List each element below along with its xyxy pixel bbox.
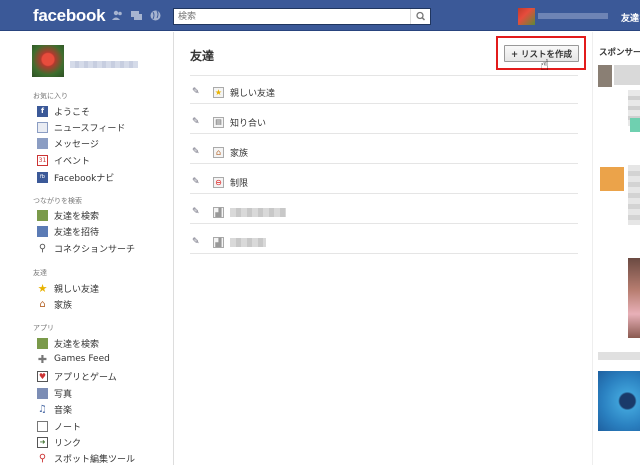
sidebar-item-apps-games[interactable]: ♥ アプリとゲーム [37, 369, 117, 383]
sidebar-item-messages[interactable]: メッセージ [37, 136, 99, 150]
sidebar-item-games-feed[interactable]: ✚ Games Feed [37, 352, 110, 366]
edit-pencil-icon[interactable]: ✎ [192, 147, 203, 157]
section-title-friends: 友達 [33, 269, 47, 277]
notifications-globe-icon[interactable] [150, 10, 161, 21]
page-title: 友達 [190, 49, 215, 63]
sidebar-item-spot-editor[interactable]: ⚲ スポット編集ツール [37, 451, 135, 465]
profile-name-blurred[interactable] [70, 61, 138, 68]
divider [190, 75, 578, 76]
sidebar-item-welcome[interactable]: f ようこそ [37, 104, 90, 118]
sidebar-item-connection-search[interactable]: ⚲ コネクションサーチ [37, 241, 135, 255]
friend-list-row-blurred-1[interactable]: ✎ ▟ [190, 203, 578, 221]
sidebar-item-family[interactable]: ⌂ 家族 [37, 297, 72, 311]
magnifier-icon: ⚲ [38, 242, 47, 254]
news-feed-icon [37, 121, 48, 133]
divider [190, 103, 578, 104]
sidebar-item-close-friends[interactable]: ★ 親しい友達 [37, 281, 99, 295]
list-name-blurred[interactable] [230, 237, 266, 247]
friend-list-row-close-friends[interactable]: ✎ ★ 親しい友達 [190, 83, 578, 101]
sidebar-item-fb-navi[interactable]: fb Facebookナビ [37, 170, 114, 184]
divider [190, 193, 578, 194]
edit-pencil-icon[interactable]: ✎ [192, 117, 203, 127]
list-icon: ▟ [213, 236, 224, 248]
edit-pencil-icon[interactable]: ✎ [192, 237, 203, 247]
sidebar-item-news-feed[interactable]: ニュースフィード [37, 120, 125, 134]
find-friends-icon [37, 209, 48, 221]
ad-image-blurred[interactable] [600, 167, 624, 191]
divider [190, 223, 578, 224]
search-button[interactable] [410, 9, 430, 24]
sidebar-item-invite-friends[interactable]: 友達を招待 [37, 224, 99, 238]
section-title-favorites: お気に入り [33, 92, 68, 100]
sidebar-item-links[interactable]: ➜ リンク [37, 435, 81, 449]
edit-pencil-icon[interactable]: ✎ [192, 87, 203, 97]
section-title-apps: アプリ [33, 324, 54, 332]
house-icon: ⌂ [39, 298, 46, 310]
pin-icon: ⚲ [38, 452, 47, 464]
search-icon [416, 11, 426, 21]
search-box [173, 8, 431, 25]
star-icon: ★ [37, 281, 48, 295]
user-name-blurred[interactable] [538, 13, 608, 19]
apps-icon: ♥ [37, 370, 48, 382]
calendar-icon: 31 [37, 154, 48, 166]
music-icon: ♫ [38, 403, 47, 415]
acquaintance-icon: ▤ [213, 116, 224, 128]
sidebar-item-find-friends[interactable]: 友達を検索 [37, 208, 99, 222]
star-icon: ★ [213, 86, 224, 98]
ad-text-blurred[interactable] [598, 352, 640, 360]
divider [190, 253, 578, 254]
sidebar-item-events[interactable]: 31 イベント [37, 153, 90, 167]
sponsored-title: スポンサー [599, 48, 640, 58]
photo-icon [37, 387, 48, 399]
ad-image-blurred[interactable] [598, 371, 640, 431]
games-icon: ✚ [37, 352, 48, 366]
friend-list-row-acquaintances[interactable]: ✎ ▤ 知り合い [190, 113, 578, 131]
find-friends-link[interactable]: 友達を [621, 11, 640, 24]
divider [190, 133, 578, 134]
divider [190, 163, 578, 164]
sidebar-item-apps-find-friends[interactable]: 友達を検索 [37, 336, 99, 350]
note-icon [37, 420, 48, 432]
top-bar: facebook 友達を [0, 0, 640, 31]
sidebar-item-photos[interactable]: 写真 [37, 386, 72, 400]
invite-friends-icon [37, 225, 48, 237]
find-friends-icon [37, 337, 48, 349]
ad-image-blurred[interactable] [628, 258, 640, 338]
fb-navi-icon: fb [37, 171, 48, 183]
edit-pencil-icon[interactable]: ✎ [192, 207, 203, 217]
ad-image-blurred[interactable] [630, 118, 640, 132]
friend-list-row-family[interactable]: ✎ ⌂ 家族 [190, 143, 578, 161]
search-input[interactable] [174, 9, 408, 24]
restricted-icon: ⊖ [213, 176, 224, 188]
list-icon: ▟ [213, 206, 224, 218]
ad-text-blurred[interactable] [628, 165, 640, 225]
user-avatar[interactable] [518, 8, 535, 25]
facebook-logo[interactable]: facebook [33, 6, 106, 26]
list-name-blurred[interactable] [230, 207, 286, 217]
message-icon [37, 137, 48, 149]
ad-text-blurred[interactable] [614, 65, 640, 85]
sidebar-item-notes[interactable]: ノート [37, 419, 81, 433]
friend-list-row-restricted[interactable]: ✎ ⊖ 制限 [190, 173, 578, 191]
profile-picture[interactable] [32, 45, 64, 77]
messages-icon[interactable] [131, 10, 142, 21]
ad-image-blurred[interactable] [598, 65, 612, 87]
link-icon: ➜ [37, 436, 48, 448]
friend-requests-icon[interactable] [112, 10, 123, 21]
section-title-find-connections: つながりを検索 [33, 197, 82, 205]
friend-list-row-blurred-2[interactable]: ✎ ▟ [190, 233, 578, 251]
hand-cursor-icon: ☝ [540, 56, 550, 74]
facebook-f-icon: f [37, 105, 48, 117]
house-icon: ⌂ [213, 146, 224, 158]
edit-pencil-icon[interactable]: ✎ [192, 177, 203, 187]
sidebar-item-music[interactable]: ♫ 音楽 [37, 402, 72, 416]
